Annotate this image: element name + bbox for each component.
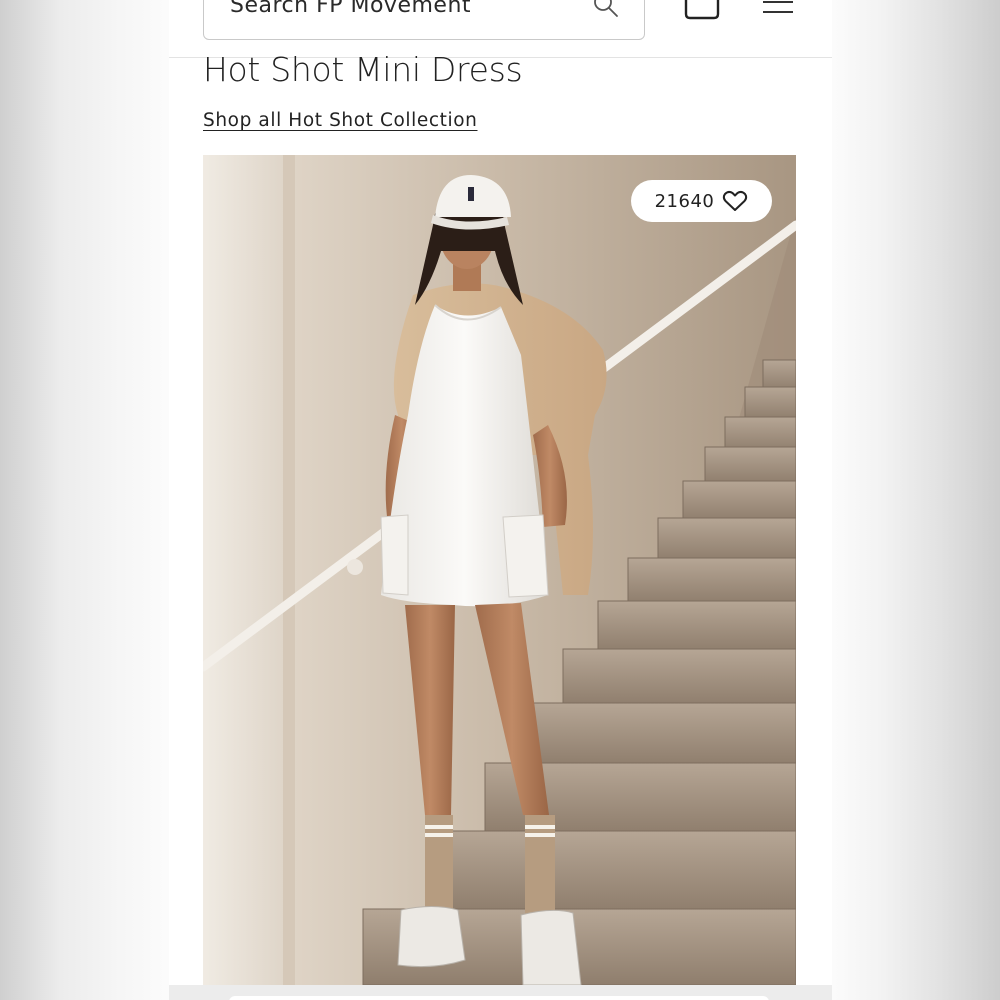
mobile-page: Hot Shot Mini Dress Shop all Hot Shot Co… <box>169 0 832 1000</box>
bottom-sheet-handle <box>229 996 769 1000</box>
search-bar[interactable] <box>203 0 645 40</box>
product-photo <box>203 155 796 985</box>
shop-collection-link[interactable]: Shop all Hot Shot Collection <box>203 110 478 131</box>
menu-icon[interactable] <box>763 0 793 14</box>
like-button[interactable]: 21640 <box>631 180 772 222</box>
product-image[interactable]: 21640 <box>203 155 796 985</box>
bag-icon[interactable] <box>684 0 720 20</box>
heart-icon <box>723 190 748 211</box>
search-icon[interactable] <box>592 0 620 19</box>
like-count: 21640 <box>654 190 715 212</box>
search-input[interactable] <box>230 0 570 18</box>
product-title: Hot Shot Mini Dress <box>203 50 523 89</box>
